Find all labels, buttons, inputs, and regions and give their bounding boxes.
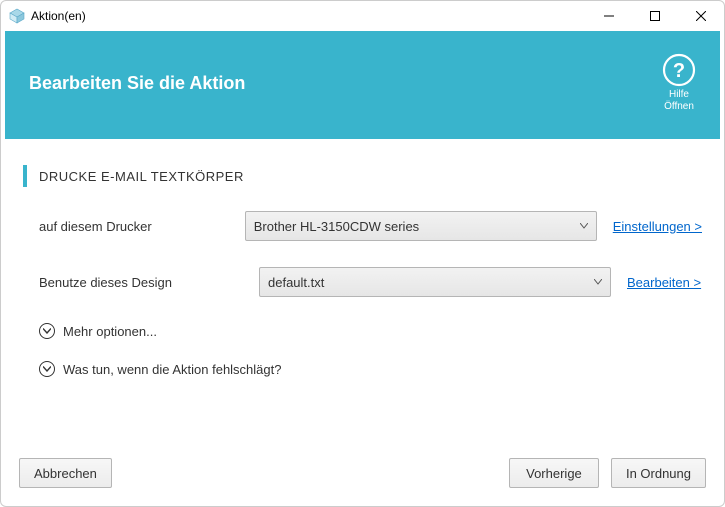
design-edit-link[interactable]: Bearbeiten > bbox=[627, 275, 701, 290]
printer-row: auf diesem Drucker Brother HL-3150CDW se… bbox=[39, 211, 702, 241]
printer-select-value: Brother HL-3150CDW series bbox=[254, 219, 580, 234]
content: DRUCKE E-MAIL TEXTKÖRPER auf diesem Druc… bbox=[1, 139, 724, 444]
header: Bearbeiten Sie die Aktion ? Hilfe Öffnen bbox=[5, 31, 720, 139]
printer-label: auf diesem Drucker bbox=[39, 219, 245, 234]
help-label-2: Öffnen bbox=[664, 101, 694, 113]
chevron-down-circle-icon bbox=[39, 361, 55, 377]
close-button[interactable] bbox=[678, 1, 724, 31]
chevron-down-circle-icon bbox=[39, 323, 55, 339]
page-title: Bearbeiten Sie die Aktion bbox=[29, 73, 662, 94]
window-title: Aktion(en) bbox=[31, 9, 86, 23]
section-accent bbox=[23, 165, 27, 187]
section-title: DRUCKE E-MAIL TEXTKÖRPER bbox=[39, 169, 244, 184]
printer-settings-link[interactable]: Einstellungen > bbox=[613, 219, 702, 234]
cancel-button[interactable]: Abbrechen bbox=[19, 458, 112, 488]
design-select[interactable]: default.txt bbox=[259, 267, 611, 297]
help-label-1: Hilfe bbox=[669, 89, 689, 101]
more-options-label: Mehr optionen... bbox=[63, 324, 157, 339]
onfail-expander[interactable]: Was tun, wenn die Aktion fehlschlägt? bbox=[39, 361, 702, 377]
app-icon bbox=[9, 8, 25, 24]
design-label: Benutze dieses Design bbox=[39, 275, 259, 290]
titlebar: Aktion(en) bbox=[1, 1, 724, 31]
window: Aktion(en) Bearbeiten Sie die Aktion ? H… bbox=[0, 0, 725, 507]
help-icon: ? bbox=[662, 53, 696, 87]
chevron-down-icon bbox=[580, 221, 588, 232]
onfail-label: Was tun, wenn die Aktion fehlschlägt? bbox=[63, 362, 281, 377]
design-row: Benutze dieses Design default.txt Bearbe… bbox=[39, 267, 702, 297]
footer: Abbrechen Vorherige In Ordnung bbox=[1, 444, 724, 506]
design-select-value: default.txt bbox=[268, 275, 594, 290]
ok-button[interactable]: In Ordnung bbox=[611, 458, 706, 488]
svg-text:?: ? bbox=[673, 60, 685, 82]
section-header: DRUCKE E-MAIL TEXTKÖRPER bbox=[23, 165, 702, 187]
minimize-button[interactable] bbox=[586, 1, 632, 31]
help-button[interactable]: ? Hilfe Öffnen bbox=[662, 53, 696, 113]
printer-select[interactable]: Brother HL-3150CDW series bbox=[245, 211, 597, 241]
more-options-expander[interactable]: Mehr optionen... bbox=[39, 323, 702, 339]
previous-button[interactable]: Vorherige bbox=[509, 458, 599, 488]
maximize-button[interactable] bbox=[632, 1, 678, 31]
chevron-down-icon bbox=[594, 277, 602, 288]
